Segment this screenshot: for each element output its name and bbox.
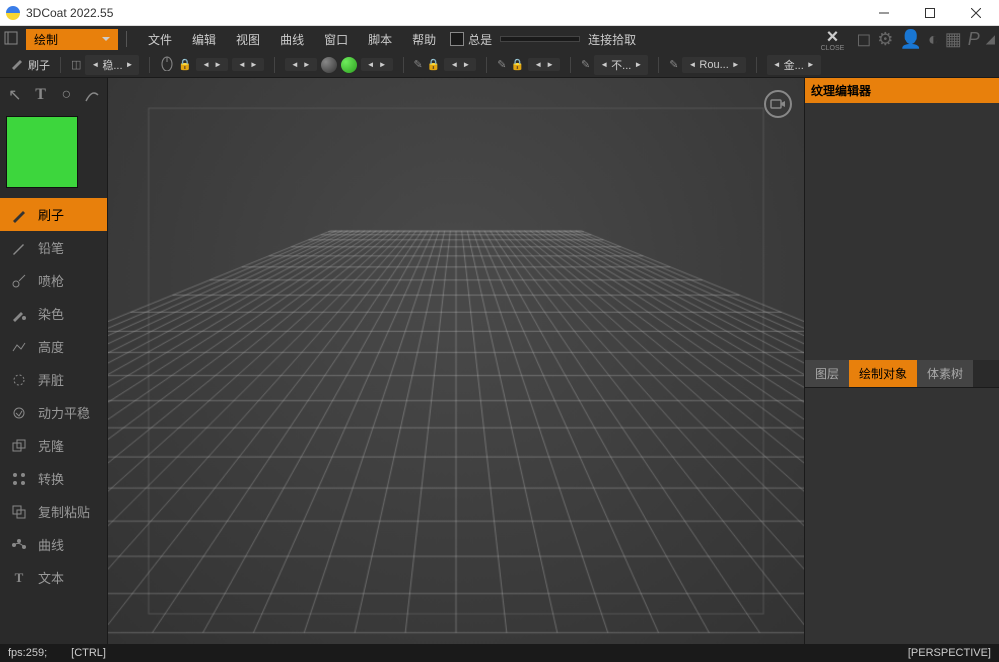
ctrl-label: [CTRL]	[71, 647, 106, 659]
app-icon	[6, 6, 20, 20]
nav-button-4[interactable]	[361, 58, 393, 71]
tool-smudge[interactable]: 弄脏	[0, 363, 107, 396]
tab-layers[interactable]: 图层	[805, 360, 849, 387]
toolbar: 刷子 ◫ 稳... 🔒 ✎ 🔒	[0, 52, 999, 78]
right-panel: 纹理编辑器 图层 绘制对象 体素树	[804, 78, 999, 644]
pickup-label[interactable]: 连接拾取	[588, 31, 636, 48]
brush-icon	[10, 56, 24, 73]
tab-paint-objects[interactable]: 绘制对象	[849, 360, 917, 387]
minimize-button[interactable]	[861, 0, 907, 25]
mode-selector[interactable]: 绘制	[26, 29, 118, 50]
nav-button-3[interactable]	[285, 58, 317, 71]
text-t-icon[interactable]: T	[30, 83, 52, 107]
more-icon[interactable]: ◢	[986, 32, 995, 46]
titlebar: 3DCoat 2022.55	[0, 0, 999, 26]
rou-button[interactable]: Rou...	[682, 57, 745, 73]
circle-icon[interactable]: ○	[56, 83, 78, 107]
tool-steady[interactable]: 动力平稳	[0, 396, 107, 429]
tool-text[interactable]: T 文本	[0, 561, 107, 594]
steady-button[interactable]: 稳...	[85, 55, 139, 75]
window-title: 3DCoat 2022.55	[26, 6, 861, 20]
height-icon	[10, 338, 28, 356]
color-preview[interactable]	[0, 112, 107, 198]
tool-height[interactable]: 高度	[0, 330, 107, 363]
perspective-label: [PERSPECTIVE]	[908, 647, 991, 659]
tool-fill[interactable]: 染色	[0, 297, 107, 330]
fps-label: fps:259;	[8, 647, 47, 659]
layers-icon[interactable]: ◫	[71, 58, 81, 71]
lock-icon[interactable]: 🔒	[178, 58, 192, 71]
texture-editor-header[interactable]: 纹理编辑器	[805, 78, 999, 103]
pen-icon-1[interactable]: ✎	[414, 58, 423, 71]
tool-curves[interactable]: 曲线	[0, 528, 107, 561]
globe-icon[interactable]: ◐	[928, 29, 939, 50]
curves-icon	[10, 536, 28, 554]
statusbar: fps:259; [CTRL] [PERSPECTIVE]	[0, 644, 999, 662]
pencil-icon	[10, 239, 28, 257]
left-panel: ↖ T ○ 刷子 铅笔	[0, 78, 108, 644]
texture-editor-body	[805, 103, 999, 360]
menu-window[interactable]: 窗口	[318, 29, 354, 50]
steady-icon	[10, 404, 28, 422]
always-checkbox[interactable]	[450, 32, 464, 46]
lock-icon-3[interactable]: 🔒	[510, 58, 524, 71]
smudge-icon	[10, 371, 28, 389]
viewport-canvas	[108, 78, 804, 644]
pen-icon-4[interactable]: ✎	[669, 58, 678, 71]
panel-tabs: 图层 绘制对象 体素树	[805, 360, 999, 388]
clone-icon	[10, 437, 28, 455]
tool-brush[interactable]: 刷子	[0, 198, 107, 231]
maximize-button[interactable]	[907, 0, 953, 25]
nav-button-6[interactable]	[528, 58, 560, 71]
grid-icon[interactable]: ▦	[945, 29, 962, 50]
transform-icon	[10, 470, 28, 488]
p-icon[interactable]: P	[968, 29, 980, 50]
menubar: 绘制 文件 编辑 视图 曲线 窗口 脚本 帮助 总是 连接拾取 × CLOSE …	[0, 26, 999, 52]
sphere-green-icon[interactable]	[341, 57, 357, 73]
menu-curves[interactable]: 曲线	[274, 29, 310, 50]
paint-objects-body	[805, 388, 999, 645]
nav-button-5[interactable]	[444, 58, 476, 71]
camera-frame-icon[interactable]: ◻	[856, 29, 871, 50]
brush-icon	[10, 206, 28, 224]
person-icon[interactable]: 👤	[899, 29, 921, 50]
brush-label[interactable]: 刷子	[28, 57, 50, 73]
panel-toggle-icon[interactable]	[4, 31, 18, 48]
pen-icon-3[interactable]: ✎	[581, 58, 590, 71]
window-controls	[861, 0, 999, 25]
color-swatch	[6, 116, 78, 188]
cursor-icon[interactable]: ↖	[4, 83, 26, 107]
lock-icon-2[interactable]: 🔒	[427, 58, 441, 71]
close-button[interactable]	[953, 0, 999, 25]
copypaste-icon	[10, 503, 28, 521]
menu-help[interactable]: 帮助	[406, 29, 442, 50]
gold-button[interactable]: 金...	[767, 55, 821, 75]
curve-icon[interactable]	[81, 83, 103, 107]
menu-edit[interactable]: 编辑	[186, 29, 222, 50]
pen-icon-2[interactable]: ✎	[497, 58, 506, 71]
tool-pencil[interactable]: 铅笔	[0, 231, 107, 264]
text-icon: T	[10, 569, 28, 587]
fill-icon	[10, 305, 28, 323]
gear-icon[interactable]: ⚙	[877, 29, 893, 50]
nav-button-2[interactable]	[232, 58, 264, 71]
tool-copypaste[interactable]: 复制粘贴	[0, 495, 107, 528]
unknown-button[interactable]: 不...	[594, 55, 648, 75]
tool-list: 刷子 铅笔 喷枪 染色 高度	[0, 198, 107, 644]
menu-file[interactable]: 文件	[142, 29, 178, 50]
viewport[interactable]	[108, 78, 804, 644]
tool-airbrush[interactable]: 喷枪	[0, 264, 107, 297]
menu-script[interactable]: 脚本	[362, 29, 398, 50]
sphere-gray-icon[interactable]	[321, 57, 337, 73]
menu-view[interactable]: 视图	[230, 29, 266, 50]
always-dropdown[interactable]	[500, 36, 580, 42]
nav-button-1[interactable]	[196, 58, 228, 71]
airbrush-icon	[10, 272, 28, 290]
camera-icon[interactable]	[764, 90, 792, 118]
tab-voxel-tree[interactable]: 体素树	[917, 360, 973, 387]
always-label: 总是	[468, 31, 492, 48]
tool-clone[interactable]: 克隆	[0, 429, 107, 462]
mouse-icon[interactable]	[160, 55, 174, 74]
tool-transform[interactable]: 转换	[0, 462, 107, 495]
